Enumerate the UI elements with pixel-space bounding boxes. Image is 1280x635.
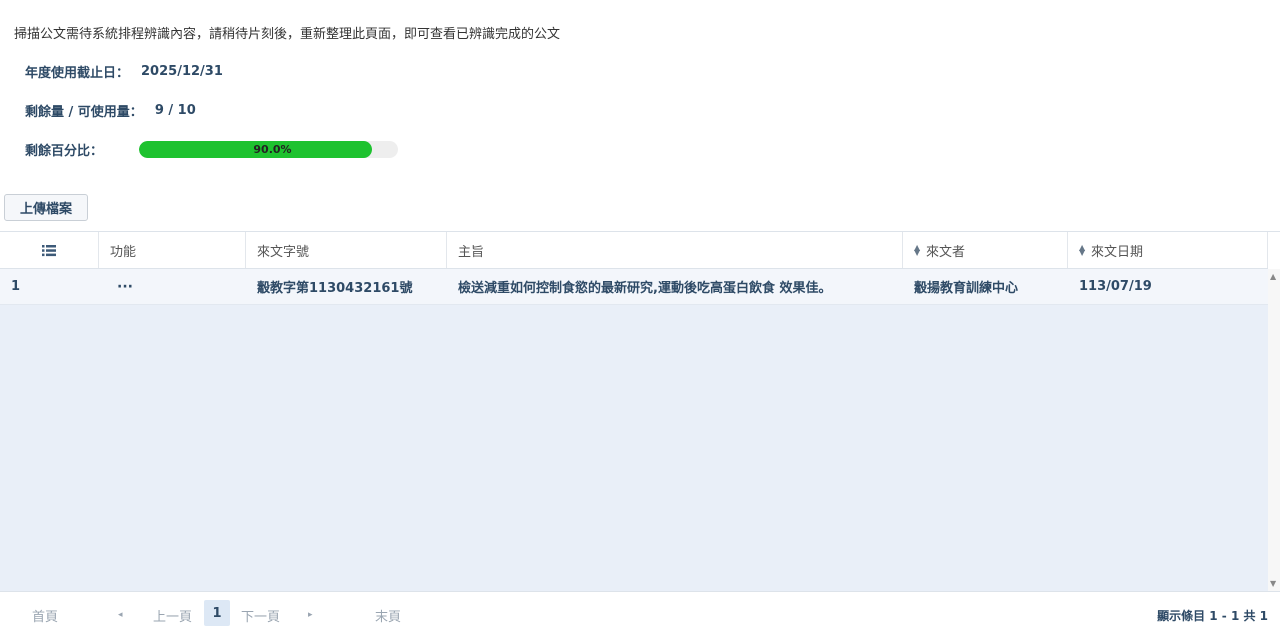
last-page-button[interactable]: 末頁: [375, 603, 401, 627]
remaining-progress-bar: 90.0%: [139, 141, 398, 158]
quota-row: 剩餘量 / 可使用量： 9 / 10: [25, 101, 196, 120]
column-header-date[interactable]: ▲ ▼ 來文日期: [1068, 232, 1268, 268]
document-grid: 功能 來文字號 主旨 ▲ ▼ 來文者 ▲ ▼ 來文日期 1 ··· 觳教字第1130…: [0, 231, 1280, 635]
scan-notice: 掃描公文需待系統排程辨識內容，請稍待片刻後，重新整理此頁面，即可查看已辨識完成的…: [14, 27, 561, 42]
row-date: 113/07/19: [1079, 279, 1152, 294]
column-header-doc-no[interactable]: 來文字號: [246, 232, 447, 268]
sort-icon: ▲ ▼: [1079, 243, 1086, 257]
scroll-down-icon[interactable]: ▼: [1270, 579, 1276, 588]
row-sender: 觳揚教育訓練中心: [914, 281, 1019, 296]
sort-icon: ▲ ▼: [914, 243, 921, 257]
prev-arrow-icon[interactable]: ◂: [118, 603, 123, 627]
grid-body: 1 ··· 觳教字第1130432161號 檢送減重如何控制食慾的最新研究,運動…: [0, 269, 1268, 591]
prev-page-button[interactable]: 上一頁: [153, 603, 192, 627]
percent-label: 剩餘百分比：: [25, 144, 104, 159]
scroll-up-icon[interactable]: ▲: [1270, 272, 1276, 281]
column-header-date-label: 來文日期: [1091, 244, 1144, 260]
column-header-index[interactable]: [0, 232, 99, 268]
row-doc-no: 觳教字第1130432161號: [257, 281, 413, 296]
next-page-button[interactable]: 下一頁: [241, 603, 280, 627]
deadline-label: 年度使用截止日：: [25, 66, 130, 81]
list-icon: [42, 244, 56, 256]
progress-text: 90.0%: [253, 143, 292, 156]
column-header-subject[interactable]: 主旨: [447, 232, 903, 268]
vertical-scrollbar[interactable]: ▲ ▼: [1268, 269, 1280, 591]
upload-file-button[interactable]: 上傳檔案: [4, 194, 88, 221]
quota-value: 9 / 10: [154, 103, 196, 118]
quota-label: 剩餘量 / 可使用量：: [25, 105, 143, 120]
row-subject: 檢送減重如何控制食慾的最新研究,運動後吃高蛋白飲食 效果佳。: [458, 281, 832, 296]
pagination-summary: 顯示條目 1 - 1 共 1: [1157, 608, 1268, 623]
row-actions-menu-icon[interactable]: ···: [106, 269, 146, 304]
percent-row: 剩餘百分比：: [25, 140, 103, 159]
column-header-sender-label: 來文者: [926, 244, 966, 260]
deadline-row: 年度使用截止日： 2025/12/31: [25, 62, 223, 81]
table-row[interactable]: 1 ··· 觳教字第1130432161號 檢送減重如何控制食慾的最新研究,運動…: [0, 269, 1268, 305]
row-index: 1: [11, 279, 21, 294]
next-arrow-icon[interactable]: ▸: [308, 603, 313, 627]
grid-header: 功能 來文字號 主旨 ▲ ▼ 來文者 ▲ ▼ 來文日期: [0, 232, 1268, 269]
deadline-value: 2025/12/31: [141, 64, 223, 79]
column-header-actions[interactable]: 功能: [99, 232, 246, 268]
current-page-button[interactable]: 1: [204, 600, 230, 626]
column-header-sender[interactable]: ▲ ▼ 來文者: [903, 232, 1068, 268]
first-page-button[interactable]: 首頁: [32, 603, 58, 627]
pagination-bar: 首頁 ◂ 上一頁 1 下一頁 ▸ 末頁 顯示條目 1 - 1 共 1: [0, 591, 1280, 635]
